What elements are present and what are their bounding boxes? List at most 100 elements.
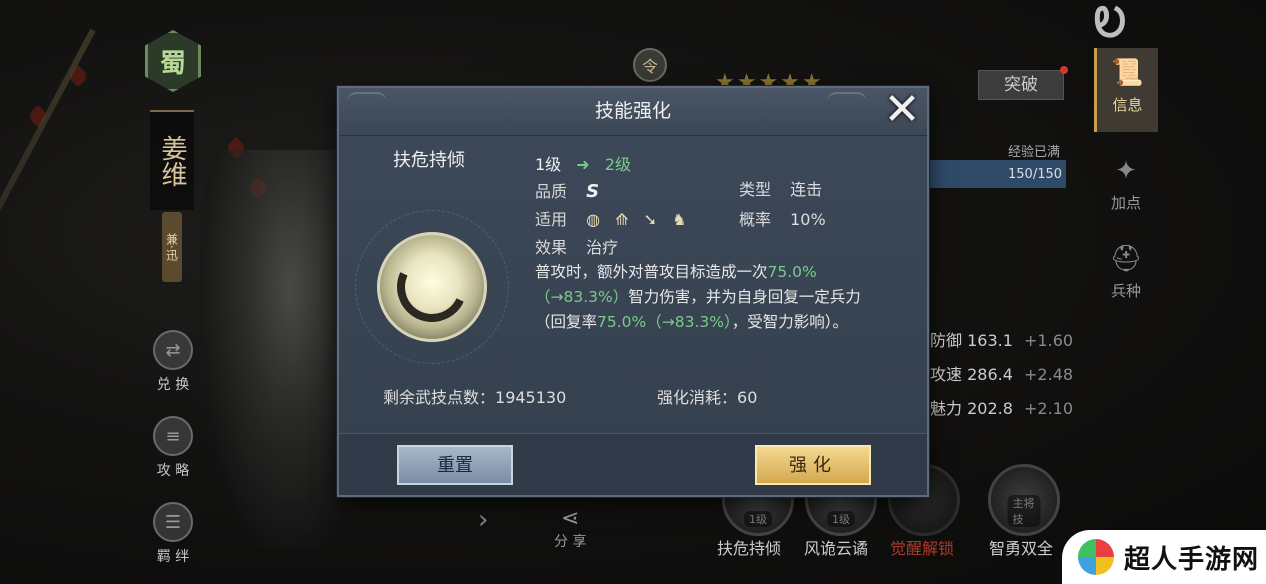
apply-row: 适用 ◍ ⟰ ➘ ♞ [535,206,697,230]
desc-highlight: （→83.3%） [535,288,629,306]
desc-text: 普攻时，额外对普攻目标造成一次 [535,263,768,281]
dialog-body: 扶危持倾 1级 ➜ 2级 品质 S 类型 连击 适用 ◍ ⟰ ➘ ♞ 概率 10… [339,136,927,437]
share-button[interactable]: ⋖ 分 享 [554,506,586,551]
breakthrough-button[interactable]: 突破 [978,70,1064,100]
tab-label: 兵种 [1110,282,1141,300]
reset-button[interactable]: 重置 [397,445,513,485]
skill-name: 扶危持倾 [717,539,782,558]
spear-icon: ➘ [643,210,658,229]
skill-name-locked: 觉醒解锁 [890,539,955,558]
cost-label: 强化消耗： [657,388,738,407]
stat-attack-speed: 攻速 286.4 +2.48 [930,361,1073,385]
skill-level: 1级 [744,511,772,527]
scroll-icon: ≡ [153,416,193,456]
bow-icon: ⟰ [615,210,629,229]
stat-value: 163.1 [967,331,1013,350]
stat-increment: +2.48 [1024,365,1074,384]
tab-label: 信息 [1112,96,1143,114]
tab-points[interactable]: ✦ 加点 [1094,146,1158,230]
remaining-points: 剩余武技点数：1945130 [383,384,566,408]
tab-label: 加点 [1110,194,1141,212]
dialog-footer: 重置 强化 [339,433,927,495]
quality-value: S [586,181,600,202]
remaining-label: 剩余武技点数： [383,388,496,407]
skill-description: 普攻时，额外对普攻目标造成一次75.0% （→83.3%）智力伤害，并为自身回复… [535,260,905,335]
stat-charm: 魅力 202.8 +2.10 [930,395,1073,419]
rate-label: 概率 [739,210,772,229]
hero-name: 姜维 [150,110,194,210]
swirl-icon [387,242,477,332]
bond-button[interactable]: ☰ 羁 绊 [148,502,198,566]
skill-slot-4[interactable]: 主将技 [988,464,1060,536]
quality-label: 品质 [535,182,568,201]
maple-leaf-decor [26,104,50,128]
bond-label: 羁 绊 [156,549,190,565]
enhance-cost: 强化消耗：60 [657,384,757,408]
command-token-icon[interactable]: 令 [633,48,667,82]
stat-label: 魅力 [930,399,963,418]
skill-emblem-icon [377,232,487,342]
skill-name: 风诡云谲 [804,539,869,558]
stat-defense: 防御 163.1 +1.60 [930,327,1073,351]
brand-logo-icon [1078,539,1114,575]
stat-label: 防御 [930,331,963,350]
maple-leaf-decor [246,176,270,200]
maple-leaf-decor [66,64,90,88]
skill-enhance-dialog: 技能强化 ✕ 扶危持倾 1级 ➜ 2级 品质 S 类型 连击 适用 ◍ ⟰ ➘ … [337,86,929,497]
chevron-right-icon[interactable]: › [478,505,488,535]
type-row: 类型 连击 [739,176,822,200]
type-value: 连击 [790,180,823,199]
stat-value: 286.4 [967,365,1013,384]
bond-icon: ☰ [153,502,193,542]
exp-label: 经验已满 [1008,145,1061,160]
close-icon[interactable]: ✕ [879,88,925,134]
skill-level: 主将技 [1007,495,1041,527]
points-icon: ✦ [1115,156,1137,186]
site-watermark: 超人手游网 [1062,530,1266,584]
cost-value: 60 [737,388,758,407]
type-label: 类型 [739,180,772,199]
desc-text: ，受智力影响）。 [731,313,848,331]
guide-button[interactable]: ≡ 攻 略 [148,416,198,480]
level-row: 1级 ➜ 2级 [535,151,631,175]
shield-icon: ◍ [586,210,601,229]
stat-value: 202.8 [967,399,1013,418]
stat-increment: +1.60 [1024,331,1074,350]
skill-title: 扶危持倾 [393,150,465,171]
brand-text: 超人手游网 [1124,544,1260,575]
tab-troops[interactable]: ⛑ 兵种 [1094,234,1158,318]
helmet-icon: ⛑ [1109,244,1143,274]
maple-leaf-decor [224,136,248,160]
quality-row: 品质 S [535,178,599,202]
exchange-label: 兑 换 [156,377,190,393]
effect-label: 效果 [535,238,568,257]
level-from: 1级 [535,155,562,174]
desc-text: 智力伤害，并为自身回复一定兵力 [628,288,861,306]
exchange-button[interactable]: ⇄ 兑 换 [148,330,198,394]
hero-spear-art [0,28,96,491]
effect-value: 治疗 [586,238,619,257]
tab-info[interactable]: 📜 信息 [1094,48,1158,132]
skill-name: 智勇双全 [989,539,1054,558]
desc-highlight: 75.0% [767,263,817,281]
notification-dot [1060,66,1068,74]
desc-text: （回复率 [535,313,598,331]
rate-row: 概率 10% [739,206,826,230]
rate-value: 10% [790,210,826,229]
remaining-value: 1945130 [495,388,567,407]
effect-row: 效果 治疗 [535,234,618,258]
hero-tag: 兼·迅 [162,212,182,282]
scroll-icon: 📜 [1111,58,1144,88]
desc-highlight: 75.0%（→83.3%） [597,313,732,331]
enhance-button[interactable]: 强化 [755,445,871,485]
exp-value: 150/150 [1008,167,1063,182]
skill-level: 1级 [827,511,855,527]
arrow-right-icon: ➜ [576,155,590,174]
share-label: 分 享 [554,534,587,550]
game-logo-icon: Ꭷ [1094,0,1126,46]
level-to: 2级 [604,155,631,174]
dialog-title: 技能强化 [594,100,671,122]
stat-increment: +2.10 [1024,399,1074,418]
share-icon: ⋖ [561,506,580,531]
horse-icon: ♞ [672,210,687,229]
